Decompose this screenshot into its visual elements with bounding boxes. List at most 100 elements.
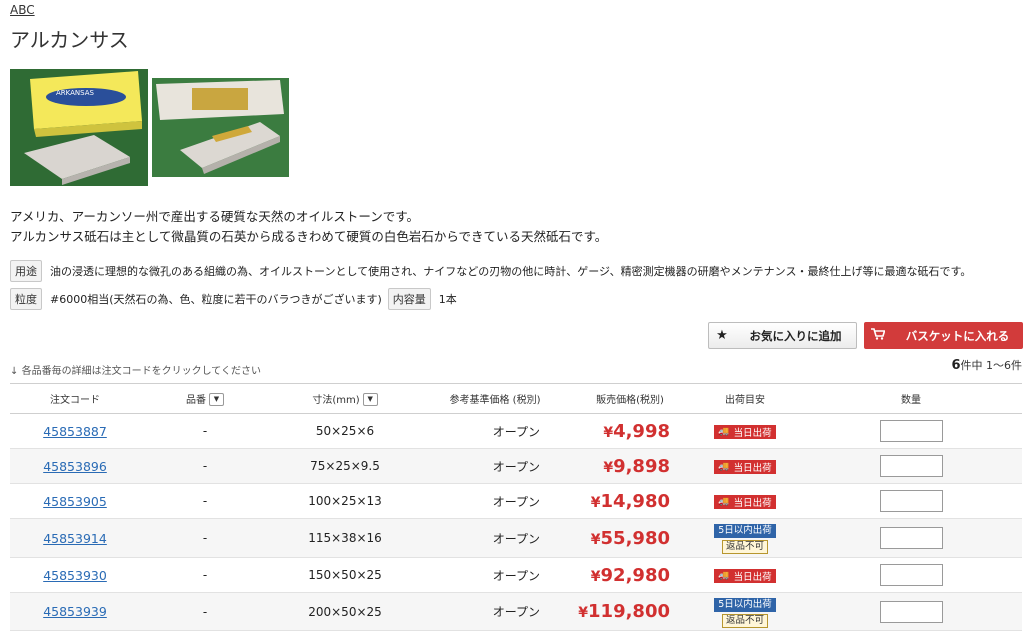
cell-ship: 5日以内出荷 返品不可 [690, 592, 800, 631]
header-qty-label: 数量 [901, 395, 921, 406]
size-sort-dropdown[interactable]: ▼ [362, 393, 378, 407]
favorite-label: お気に入りに追加 [749, 328, 842, 343]
arrow-down-icon: ↓ [10, 366, 19, 377]
no-return-badge: 返品不可 [721, 540, 768, 554]
header-ref-price: 参考基準価格 (税別) [420, 383, 570, 414]
content-text: 1本 [438, 293, 457, 306]
cell-part: - [140, 448, 270, 484]
brand-link[interactable]: ABC [10, 3, 35, 17]
cell-qty [800, 518, 1022, 558]
cell-code: 45853930 [10, 557, 140, 593]
ship-5day-badge: 5日以内出荷 [714, 524, 776, 538]
cell-ref-price: オープン [420, 413, 570, 449]
quantity-input[interactable] [879, 600, 943, 623]
grit-text: #6000相当(天然石の為、色、粒度に若干のバラつきがございます) [50, 293, 382, 306]
page-title: アルカンサス [10, 28, 129, 52]
order-code-link[interactable]: 45853887 [43, 424, 107, 439]
product-image-2[interactable] [152, 78, 289, 177]
ship-text: 当日出荷 [733, 463, 772, 474]
cell-size: 75×25×9.5 [270, 448, 420, 484]
header-code-label: 注文コード [50, 395, 100, 406]
order-code-link[interactable]: 45853914 [43, 531, 107, 546]
price-value: 55,980 [600, 527, 670, 549]
usage-text: 油の浸透に理想的な微孔のある組織の為、オイルストーンとして使用され、ナイフなどの… [50, 265, 972, 278]
cell-ship: 🚚 当日出荷 [690, 448, 800, 484]
cell-part: - [140, 413, 270, 449]
header-ship-label: 出荷目安 [725, 395, 765, 406]
quantity-input[interactable] [879, 420, 943, 442]
order-code-link[interactable]: 45853896 [43, 459, 107, 474]
cell-price: ¥119,800 [570, 592, 690, 631]
truck-icon: 🚚 [718, 427, 730, 437]
add-to-favorites-button[interactable]: ★ お気に入りに追加 [708, 322, 857, 349]
cell-price: ¥92,980 [570, 557, 690, 593]
no-return-badge: 返品不可 [721, 613, 768, 628]
price-value: 4,998 [613, 420, 670, 442]
product-table: 注文コード 品番 ▼ 寸法(mm) ▼ 参考基準価格 (税別) 販売価格(税別) 出… [10, 383, 1022, 631]
header-ship: 出荷目安 [690, 383, 800, 414]
cell-qty [800, 413, 1022, 449]
currency-symbol: ¥ [603, 424, 614, 441]
price-value: 9,898 [613, 455, 670, 477]
quantity-input[interactable] [879, 490, 943, 512]
usage-tag: 用途 [10, 260, 42, 282]
table-header-row: 注文コード 品番 ▼ 寸法(mm) ▼ 参考基準価格 (税別) 販売価格(税別) 出… [10, 383, 1022, 414]
cell-ref-price: オープン [420, 518, 570, 558]
cell-price: ¥14,980 [570, 483, 690, 519]
cell-price: ¥4,998 [570, 413, 690, 449]
header-price: 販売価格(税別) [570, 383, 690, 414]
cell-price: ¥55,980 [570, 518, 690, 558]
header-ref-price-label: 参考基準価格 (税別) [449, 395, 541, 406]
stone-photo-1: ARKANSAS [10, 69, 148, 186]
quantity-input[interactable] [879, 527, 943, 549]
cell-code: 45853914 [10, 518, 140, 558]
table-row: 45853930-150×50×25 オープン ¥92,980 🚚 当日出荷 [10, 557, 1022, 593]
cell-code: 45853939 [10, 592, 140, 631]
result-range: 件中 1〜6件 [960, 359, 1023, 372]
table-row: 45853905-100×25×13 オープン ¥14,980 🚚 当日出荷 [10, 483, 1022, 519]
header-part: 品番 ▼ [140, 383, 270, 414]
order-code-link[interactable]: 45853905 [43, 494, 107, 509]
star-icon: ★ [716, 328, 728, 343]
header-qty: 数量 [800, 383, 1022, 414]
cell-size: 150×50×25 [270, 557, 420, 593]
currency-symbol: ¥ [590, 531, 601, 548]
cell-part: - [140, 518, 270, 558]
table-row: 45853887-50×25×6 オープン ¥4,998 🚚 当日出荷 [10, 413, 1022, 449]
cell-ship: 5日以内出荷 返品不可 [690, 518, 800, 558]
result-count: 6件中 1〜6件 [951, 357, 1022, 373]
table-row: 45853896-75×25×9.5 オープン ¥9,898 🚚 当日出荷 [10, 448, 1022, 484]
ship-text: 当日出荷 [733, 572, 772, 583]
cell-part: - [140, 592, 270, 631]
cell-code: 45853896 [10, 448, 140, 484]
quantity-input[interactable] [879, 564, 943, 586]
order-code-link[interactable]: 45853939 [43, 604, 107, 619]
truck-icon: 🚚 [718, 497, 730, 507]
price-value: 92,980 [600, 564, 670, 586]
spec-grit: 粒度 #6000相当(天然石の為、色、粒度に若干のバラつきがございます) 内容量… [10, 288, 463, 310]
cell-code: 45853887 [10, 413, 140, 449]
header-size: 寸法(mm) ▼ [270, 383, 420, 414]
currency-symbol: ¥ [590, 494, 601, 511]
cell-qty [800, 448, 1022, 484]
order-code-hint: ↓ 各品番毎の詳細は注文コードをクリックしてください [10, 362, 261, 377]
stone-photo-2 [152, 78, 289, 177]
cell-code: 45853905 [10, 483, 140, 519]
cell-ref-price: オープン [420, 483, 570, 519]
price-value: 119,800 [588, 601, 670, 622]
truck-icon: 🚚 [718, 571, 730, 581]
cell-size: 100×25×13 [270, 483, 420, 519]
content-tag: 内容量 [387, 288, 431, 310]
product-image-1[interactable]: ARKANSAS [10, 69, 148, 186]
quantity-input[interactable] [879, 455, 943, 477]
cell-part: - [140, 483, 270, 519]
grit-tag: 粒度 [10, 288, 42, 310]
add-to-basket-button[interactable]: バスケットに入れる [864, 322, 1023, 349]
part-sort-dropdown[interactable]: ▼ [209, 393, 224, 407]
cell-size: 50×25×6 [270, 413, 420, 449]
order-code-link[interactable]: 45853930 [43, 568, 107, 583]
description-line-2: アルカンサス砥石は主として微晶質の石英から成るきわめて硬質の白色岩石からできてい… [10, 229, 608, 244]
currency-symbol: ¥ [578, 605, 589, 621]
header-size-label: 寸法(mm) [312, 394, 360, 406]
currency-symbol: ¥ [603, 459, 614, 476]
